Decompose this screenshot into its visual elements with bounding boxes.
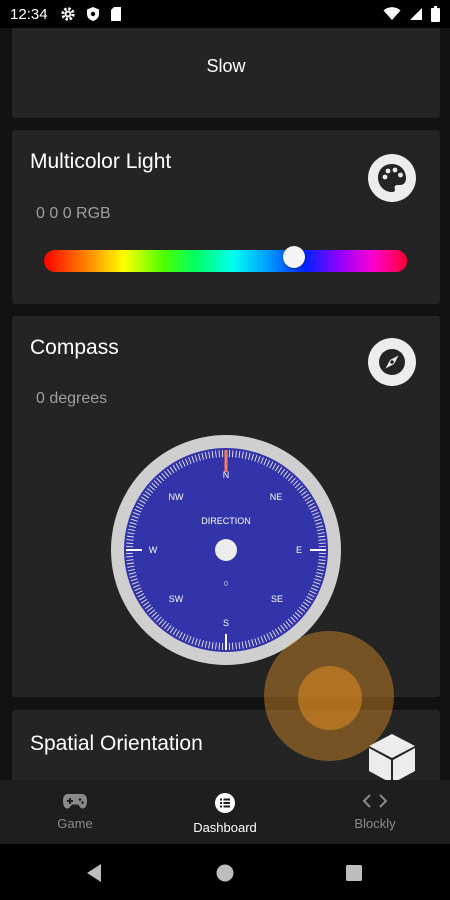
compass-dial: N NE E SE S SW W NW DIRECTION 0 xyxy=(111,435,341,665)
compass-direction-label: DIRECTION xyxy=(201,516,251,526)
compass-title: Compass xyxy=(30,336,119,359)
compass-degrees-value: 0 degrees xyxy=(36,390,108,407)
compass-cardinal-e: E xyxy=(296,545,302,555)
nav-item-dashboard[interactable]: Dashboard xyxy=(150,780,300,844)
settings-gear-icon xyxy=(60,7,75,21)
gamepad-icon xyxy=(63,794,87,809)
nav-item-game[interactable]: Game xyxy=(0,780,150,844)
back-icon[interactable] xyxy=(85,863,103,883)
sd-card-icon xyxy=(110,7,121,21)
touch-ripple-inner xyxy=(298,666,362,730)
speed-value: Slow xyxy=(206,56,246,76)
shield-icon xyxy=(86,7,99,21)
compass-card: Compass 0 degrees N NE E SE S SW W NW DI… xyxy=(12,316,440,697)
status-notification-icons xyxy=(60,6,122,22)
multicolor-light-title: Multicolor Light xyxy=(30,150,172,173)
status-time: 12:34 xyxy=(10,5,48,23)
multicolor-light-card: Multicolor Light 0 0 0 RGB xyxy=(12,130,440,304)
recents-icon[interactable] xyxy=(345,864,363,882)
compass-cardinal-se: SE xyxy=(271,594,283,604)
nav-label-blockly: Blockly xyxy=(354,816,396,831)
color-hue-slider-track[interactable] xyxy=(44,250,407,272)
signal-icon xyxy=(410,8,422,20)
code-icon xyxy=(362,794,388,808)
compass-cardinal-ne: NE xyxy=(270,492,283,502)
compass-icon xyxy=(368,338,416,386)
palette-icon xyxy=(368,154,416,202)
compass-cardinal-n: N xyxy=(223,470,230,480)
status-system-icons xyxy=(383,6,440,22)
system-navigation-bar xyxy=(0,844,450,900)
compass-cardinal-nw: NW xyxy=(169,492,184,502)
status-bar: 12:34 xyxy=(0,0,450,28)
home-icon[interactable] xyxy=(215,863,235,883)
speed-card: Slow xyxy=(12,28,440,118)
compass-cardinal-w: W xyxy=(149,545,158,555)
dashboard-list-icon xyxy=(215,793,235,813)
dashboard-content[interactable]: Slow Multicolor Light 0 0 0 RGB Compass … xyxy=(0,28,450,780)
bottom-navigation: Game Dashboard Blockly xyxy=(0,780,450,844)
nav-item-blockly[interactable]: Blockly xyxy=(300,780,450,844)
compass-center-hub xyxy=(215,539,237,561)
rgb-value: 0 0 0 RGB xyxy=(36,205,111,222)
nav-label-game: Game xyxy=(57,816,93,831)
battery-icon xyxy=(431,6,440,22)
spatial-orientation-title: Spatial Orientation xyxy=(30,732,203,755)
wifi-icon xyxy=(383,7,401,20)
nav-label-dashboard: Dashboard xyxy=(193,820,257,835)
compass-digit: 0 xyxy=(224,581,228,588)
compass-cardinal-s: S xyxy=(223,618,229,628)
compass-cardinal-sw: SW xyxy=(169,594,184,604)
